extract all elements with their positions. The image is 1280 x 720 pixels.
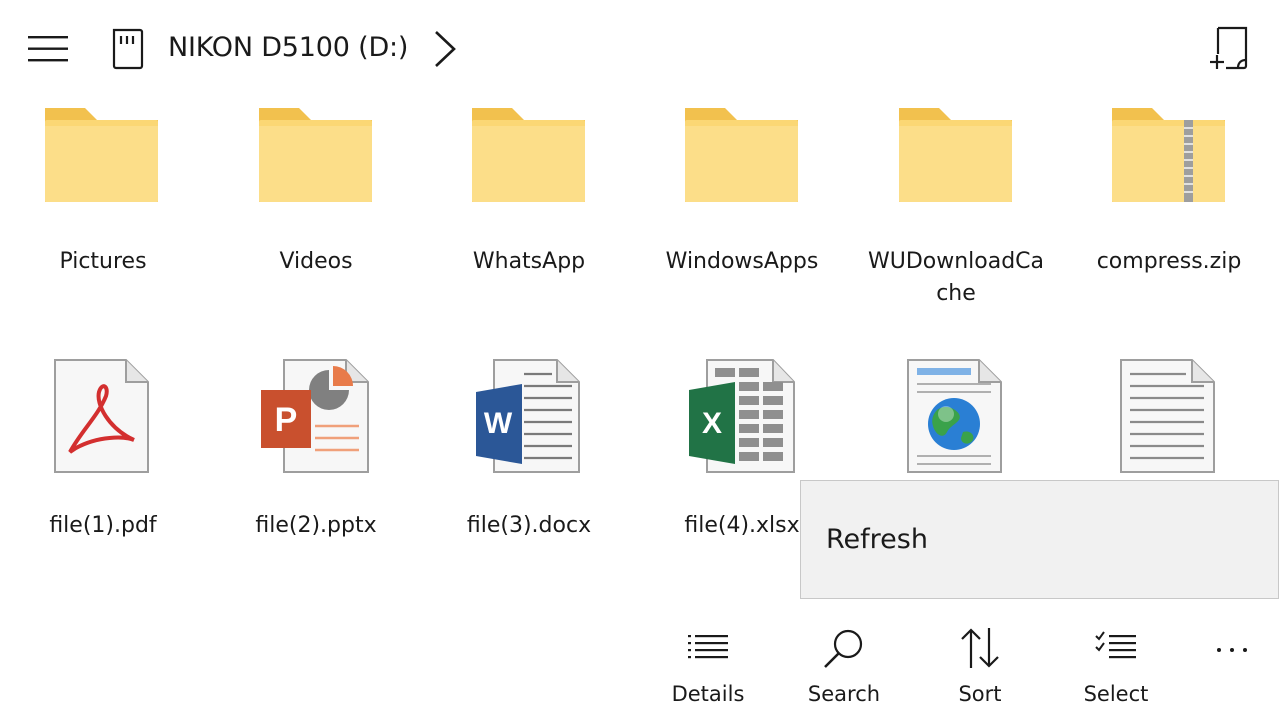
zip-item-compress[interactable]: compress.zip <box>1064 96 1274 316</box>
search-icon <box>824 629 863 668</box>
hamburger-icon[interactable] <box>26 34 70 64</box>
context-menu: Refresh <box>800 480 1279 599</box>
file-item-pptx[interactable]: P file(2).pptx <box>211 352 421 552</box>
select-label: Select <box>1083 682 1149 706</box>
zip-folder-icon <box>1064 96 1274 226</box>
folder-icon <box>211 96 421 226</box>
svg-text:X: X <box>702 407 722 440</box>
folder-item-whatsapp[interactable]: WhatsApp <box>424 96 634 316</box>
item-label: Videos <box>279 249 353 274</box>
folder-icon <box>851 96 1061 226</box>
file-item-text[interactable] <box>1064 352 1274 477</box>
sort-icon <box>961 628 999 668</box>
docx-file-icon: W <box>424 352 634 482</box>
item-label: WUDownloadCache <box>867 249 1045 306</box>
location-title: NIKON D5100 (D:) <box>168 32 409 63</box>
file-item-pdf[interactable]: file(1).pdf <box>0 352 208 552</box>
sort-button[interactable]: Sort <box>920 622 1040 718</box>
folder-item-pictures[interactable]: Pictures <box>0 96 208 316</box>
search-button[interactable]: Search <box>784 622 904 718</box>
select-button[interactable]: Select <box>1056 622 1176 718</box>
file-item-docx[interactable]: W file(3).docx <box>424 352 634 552</box>
details-label: Details <box>671 682 745 706</box>
svg-text:P: P <box>275 401 298 439</box>
refresh-menu-item[interactable]: Refresh <box>801 481 1278 598</box>
chevron-right-icon[interactable] <box>430 28 460 70</box>
sort-label: Sort <box>958 682 1002 706</box>
checklist-icon <box>1095 631 1136 659</box>
file-item-html[interactable] <box>851 352 1061 477</box>
more-options-icon[interactable] <box>1204 630 1260 670</box>
search-label: Search <box>807 682 881 706</box>
new-file-icon[interactable] <box>1208 26 1252 72</box>
item-label: WindowsApps <box>665 249 819 274</box>
details-icon <box>688 635 728 659</box>
refresh-label: Refresh <box>826 524 928 555</box>
top-bar: NIKON D5100 (D:) <box>0 0 1280 96</box>
svg-text:W: W <box>484 407 513 440</box>
folder-item-windowsapps[interactable]: WindowsApps <box>637 96 847 316</box>
pptx-file-icon: P <box>211 352 421 482</box>
folder-icon <box>637 96 847 226</box>
text-file-icon <box>1064 352 1274 482</box>
item-label: Pictures <box>59 249 147 274</box>
folder-item-wudownloadcache[interactable]: WUDownloadCache <box>851 96 1061 316</box>
folder-item-videos[interactable]: Videos <box>211 96 421 316</box>
item-label: file(3).docx <box>466 513 592 538</box>
item-label: file(2).pptx <box>255 513 377 538</box>
item-label: WhatsApp <box>472 249 586 274</box>
folder-icon <box>424 96 634 226</box>
xlsx-file-icon: X <box>637 352 847 482</box>
sd-card-icon <box>110 28 146 70</box>
item-label: file(1).pdf <box>49 513 157 538</box>
item-label: compress.zip <box>1096 249 1242 274</box>
pdf-file-icon <box>0 352 208 482</box>
folder-icon <box>0 96 208 226</box>
globe-file-icon <box>851 352 1061 482</box>
details-button[interactable]: Details <box>648 622 768 718</box>
